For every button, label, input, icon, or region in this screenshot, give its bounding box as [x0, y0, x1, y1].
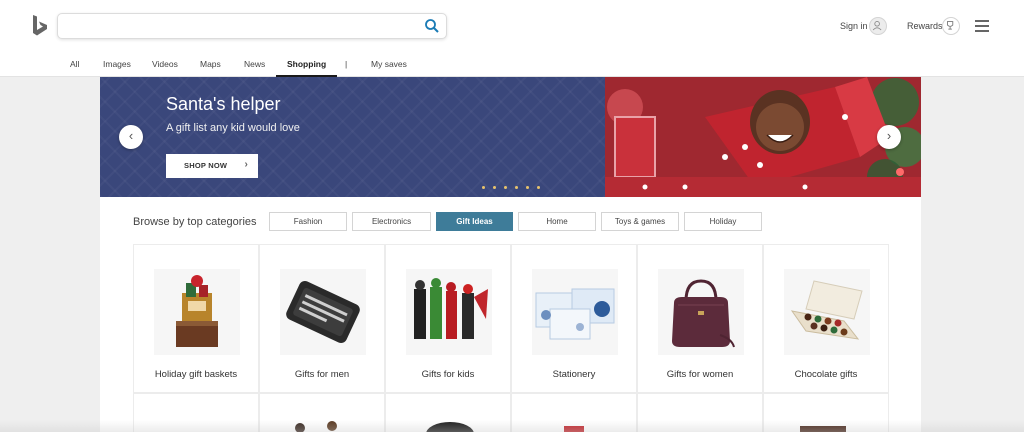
search-box [57, 13, 447, 39]
category-tile-gifts-for-kids[interactable]: Gifts for kids [385, 244, 511, 393]
gift-basket-image [154, 269, 240, 355]
nav-bar: All Images Videos Maps News Shopping | M… [0, 58, 1024, 77]
category-gift-ideas-button[interactable]: Gift Ideas [436, 212, 513, 231]
carousel-dot[interactable] [515, 186, 518, 189]
nav-item-videos[interactable]: Videos [152, 58, 178, 77]
tile-label: Stationery [552, 369, 596, 380]
bing-logo-icon[interactable] [30, 14, 50, 38]
carousel-dot[interactable] [482, 186, 485, 189]
category-tile-holiday-gift-baskets[interactable]: Holiday gift baskets [133, 244, 259, 393]
hero-title: Santa's helper [166, 94, 281, 114]
nav-item-my-saves[interactable]: My saves [371, 58, 407, 77]
action-figures-image [406, 269, 492, 355]
search-icon[interactable] [424, 18, 440, 34]
browse-title: Browse by top categories [133, 216, 257, 228]
chevron-left-icon: ‹ [128, 128, 134, 143]
tile-label: Gifts for men [294, 369, 350, 380]
tile-label: Chocolate gifts [794, 369, 858, 380]
nav-separator: | [345, 59, 348, 69]
nav-item-news[interactable]: News [244, 58, 265, 77]
category-tile-chocolate-gifts[interactable]: Chocolate gifts [763, 244, 889, 393]
browse-section: Browse by top categories Fashion Electro… [100, 197, 921, 432]
category-tile-gifts-for-women[interactable]: Gifts for women [637, 244, 763, 393]
hero-banner: Santa's helper A gift list any kid would… [100, 77, 605, 197]
nav-item-shopping[interactable]: Shopping [276, 58, 338, 77]
sign-in-link[interactable]: Sign in [840, 21, 868, 31]
handbag-image [658, 269, 744, 355]
tile-label: Gifts for women [666, 369, 734, 380]
category-tile-stationery[interactable]: Stationery [511, 244, 637, 393]
tile-label: Holiday gift baskets [154, 369, 238, 380]
chevron-right-icon: › [886, 128, 892, 143]
shop-now-button[interactable]: SHOP NOW › [166, 154, 258, 178]
nav-item-images[interactable]: Images [103, 58, 131, 77]
carousel-next-button[interactable]: › [877, 125, 901, 149]
hero-carousel: Santa's helper A gift list any kid would… [100, 77, 921, 197]
category-toys-games-button[interactable]: Toys & games [601, 212, 679, 231]
tile-label: Gifts for kids [421, 369, 475, 380]
carousel-dot[interactable] [504, 186, 507, 189]
chocolate-box-image [784, 269, 870, 355]
nav-item-maps[interactable]: Maps [200, 58, 221, 77]
chevron-right-icon: › [244, 159, 248, 170]
hero-subtitle: A gift list any kid would love [166, 122, 300, 134]
category-electronics-button[interactable]: Electronics [352, 212, 431, 231]
carousel-prev-button[interactable]: ‹ [119, 125, 143, 149]
shop-now-label: SHOP NOW [184, 161, 228, 170]
category-holiday-button[interactable]: Holiday [684, 212, 762, 231]
carousel-dot[interactable] [537, 186, 540, 189]
carousel-dot[interactable] [493, 186, 496, 189]
stationery-cards-image [532, 269, 618, 355]
header: Sign in Rewards All Images Videos Maps N… [0, 0, 1024, 77]
grooming-kit-image [280, 269, 366, 355]
category-grid: Holiday gift baskets Gifts for men Gifts… [133, 244, 889, 432]
category-tile-gifts-for-men[interactable]: Gifts for men [259, 244, 385, 393]
category-fashion-button[interactable]: Fashion [269, 212, 347, 231]
hero-image [605, 77, 921, 197]
search-input[interactable] [68, 18, 418, 35]
rewards-link[interactable]: Rewards [907, 21, 943, 31]
nav-item-all[interactable]: All [70, 58, 79, 77]
trophy-icon[interactable] [942, 17, 960, 35]
category-home-button[interactable]: Home [518, 212, 596, 231]
avatar-icon[interactable] [869, 17, 887, 35]
hamburger-menu-icon[interactable] [975, 20, 989, 32]
bottom-fade [0, 420, 1024, 432]
carousel-dot[interactable] [526, 186, 529, 189]
